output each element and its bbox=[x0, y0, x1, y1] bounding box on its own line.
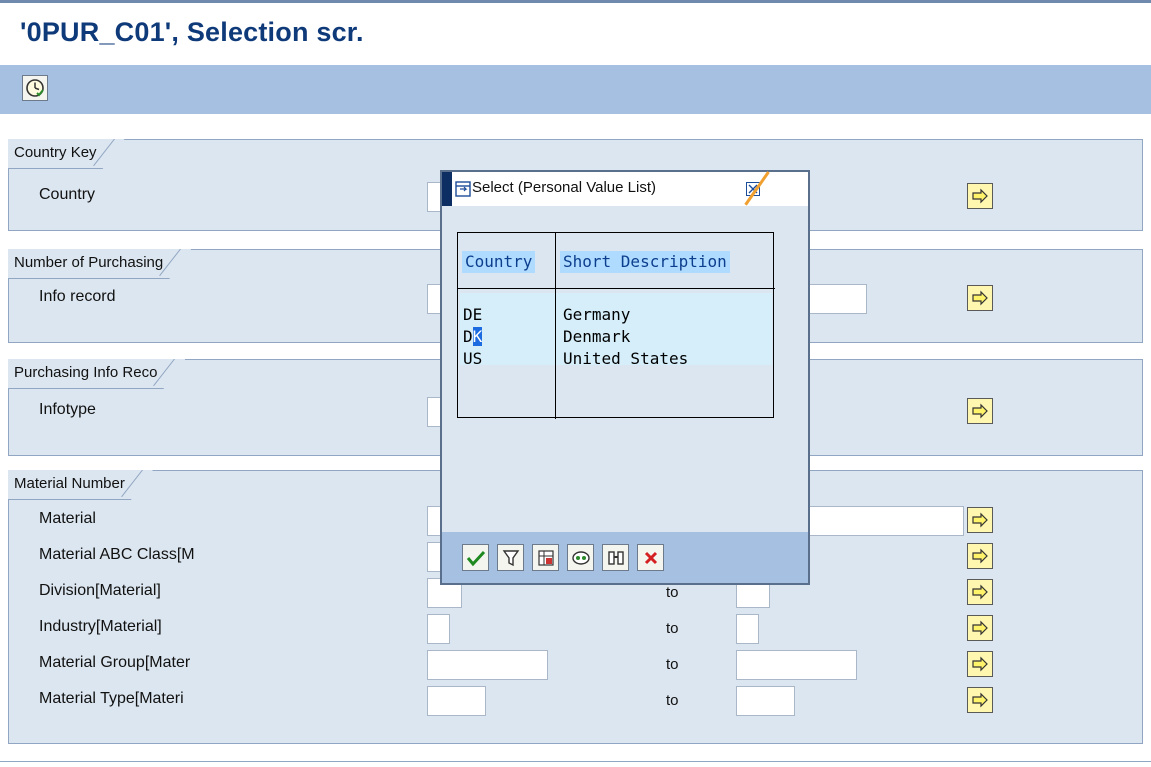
field-label: Country bbox=[39, 186, 96, 203]
window-icon bbox=[455, 181, 471, 197]
group-title: Material Number bbox=[8, 470, 153, 500]
personal-list-button[interactable] bbox=[567, 544, 594, 571]
field-label: Material Type[Materi bbox=[39, 690, 184, 707]
material-type-from-input[interactable] bbox=[427, 686, 486, 716]
multiple-selection-button[interactable] bbox=[967, 651, 993, 677]
cell-country: US bbox=[463, 349, 483, 368]
material-group-from-input[interactable] bbox=[427, 650, 548, 680]
arrow-right-icon bbox=[972, 403, 988, 419]
popup-title: Select (Personal Value List) bbox=[472, 179, 656, 196]
material-group-to-input[interactable] bbox=[736, 650, 857, 680]
title-bar: '0PUR_C01', Selection scr. bbox=[0, 0, 1151, 65]
multiple-selection-button[interactable] bbox=[967, 543, 993, 569]
value-list-table: Country Short Description DE Germany DK … bbox=[457, 232, 775, 419]
field-label: Material Group[Mater bbox=[39, 654, 191, 671]
multiple-selection-button[interactable] bbox=[967, 507, 993, 533]
value-list-popup: Select (Personal Value List) Country Sho… bbox=[440, 170, 810, 585]
popup-header: Select (Personal Value List) bbox=[442, 171, 808, 206]
text-cursor-char: K bbox=[472, 327, 483, 346]
multiple-selection-button[interactable] bbox=[967, 398, 993, 424]
table-settings-button[interactable] bbox=[532, 544, 559, 571]
group-title: Country Key bbox=[8, 139, 125, 169]
selection-row-material-type: Material Type[Materi to bbox=[9, 686, 1144, 716]
page-title: '0PUR_C01', Selection scr. bbox=[20, 17, 364, 47]
field-label: Industry[Material] bbox=[39, 618, 162, 635]
multiple-selection-button[interactable] bbox=[967, 183, 993, 209]
material-type-to-input[interactable] bbox=[736, 686, 795, 716]
cell-description: United States bbox=[563, 349, 689, 368]
to-label: to bbox=[666, 584, 679, 601]
arrow-right-icon bbox=[972, 584, 988, 600]
field-label: Info record bbox=[39, 288, 116, 305]
cell-country: DE bbox=[463, 305, 483, 324]
arrow-right-icon bbox=[972, 188, 988, 204]
table-row[interactable]: DE Germany bbox=[458, 304, 775, 326]
cancel-icon bbox=[644, 551, 657, 564]
cell-description: Denmark bbox=[563, 327, 631, 346]
column-header-short-description[interactable]: Short Description bbox=[560, 251, 730, 273]
group-title: Number of Purchasing bbox=[8, 249, 191, 279]
personal-list-icon bbox=[571, 550, 590, 565]
multiple-selection-button[interactable] bbox=[967, 579, 993, 605]
popup-title-accent bbox=[442, 172, 452, 206]
industry-from-input[interactable] bbox=[427, 614, 450, 644]
clock-execute-icon bbox=[26, 79, 44, 97]
to-label: to bbox=[666, 620, 679, 637]
arrow-right-icon bbox=[972, 620, 988, 636]
column-header-country[interactable]: Country bbox=[462, 251, 536, 273]
copy-button[interactable] bbox=[462, 544, 489, 571]
arrow-right-icon bbox=[972, 692, 988, 708]
multiple-selection-button[interactable] bbox=[967, 285, 993, 311]
info-record-to-input[interactable] bbox=[809, 284, 867, 314]
popup-toolbar bbox=[442, 532, 808, 583]
find-button[interactable] bbox=[602, 544, 629, 571]
table-row[interactable]: US United States bbox=[458, 348, 775, 370]
arrow-right-icon bbox=[972, 512, 988, 528]
field-label: Material bbox=[39, 510, 96, 527]
bottom-divider bbox=[0, 761, 1151, 762]
execute-button[interactable] bbox=[22, 75, 48, 101]
cancel-button[interactable] bbox=[637, 544, 664, 571]
header-divider bbox=[458, 288, 775, 289]
find-icon bbox=[607, 550, 624, 565]
table-row[interactable]: DK Denmark bbox=[458, 326, 775, 348]
arrow-right-icon bbox=[972, 290, 988, 306]
field-label: Material ABC Class[M bbox=[39, 546, 195, 563]
multiple-selection-button[interactable] bbox=[967, 687, 993, 713]
material-to-input[interactable] bbox=[809, 506, 964, 536]
selection-row-material-group: Material Group[Mater to bbox=[9, 650, 1144, 680]
cell-country: DK bbox=[463, 327, 483, 346]
cell-description: Germany bbox=[563, 305, 631, 324]
industry-to-input[interactable] bbox=[736, 614, 759, 644]
application-toolbar bbox=[0, 65, 1151, 114]
checkmark-icon bbox=[466, 550, 485, 566]
multiple-selection-button[interactable] bbox=[967, 615, 993, 641]
to-label: to bbox=[666, 656, 679, 673]
to-label: to bbox=[666, 692, 679, 709]
cell-country-prefix: D bbox=[463, 327, 473, 346]
table-settings-icon bbox=[537, 549, 554, 566]
selection-row-industry: Industry[Material] to bbox=[9, 614, 1144, 644]
arrow-right-icon bbox=[972, 656, 988, 672]
arrow-right-icon bbox=[972, 548, 988, 564]
field-label: Division[Material] bbox=[39, 582, 161, 599]
filter-icon bbox=[502, 549, 519, 566]
filter-button[interactable] bbox=[497, 544, 524, 571]
field-label: Infotype bbox=[39, 401, 96, 418]
group-title: Purchasing Info Reco bbox=[8, 359, 185, 389]
